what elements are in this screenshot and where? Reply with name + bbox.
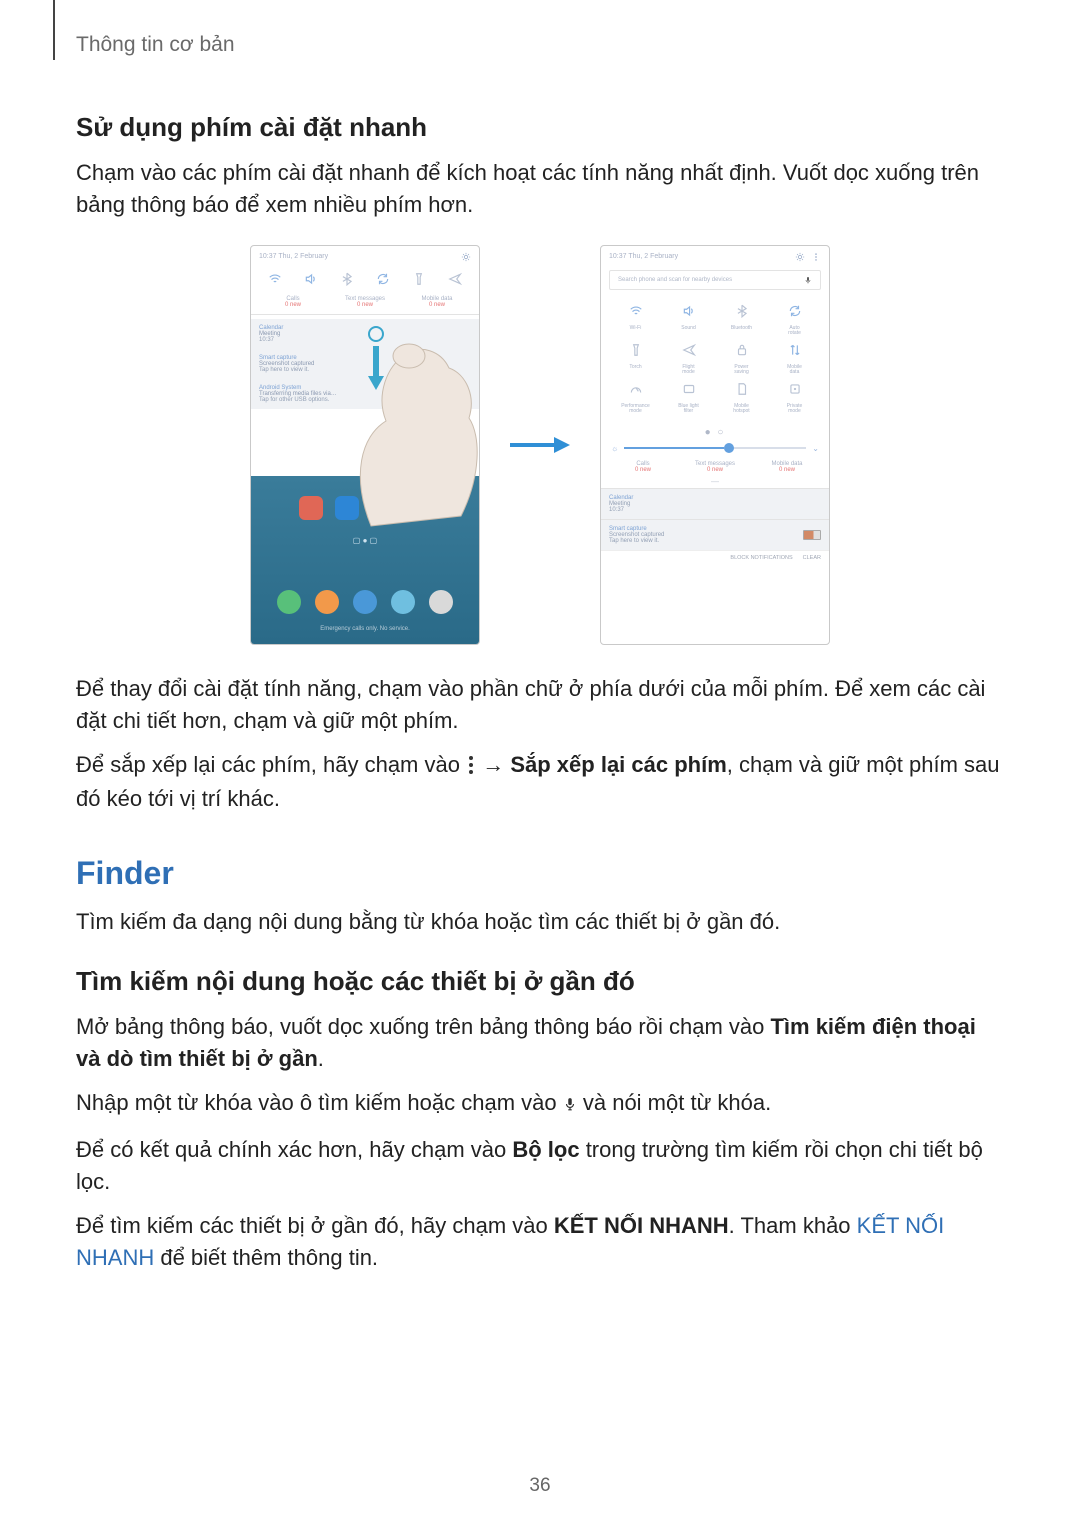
heading-quick-keys: Sử dụng phím cài đặt nhanh	[76, 112, 1004, 143]
torch-icon	[412, 272, 426, 286]
sync-icon	[788, 382, 802, 396]
tray-sub: 0 new	[614, 467, 672, 473]
notif-sub: 10:37	[609, 507, 624, 513]
mic-icon	[804, 275, 812, 285]
torch-icon	[629, 343, 643, 357]
screenshot-thumb	[803, 530, 821, 540]
paragraph: Tìm kiếm đa dạng nội dung bằng từ khóa h…	[76, 906, 1004, 938]
toggle-label: Torch	[613, 365, 659, 371]
more-icon	[466, 752, 476, 784]
toggle-label: Private mode	[772, 404, 818, 415]
toggle-label: Performance mode	[613, 404, 659, 415]
heading-search-nearby: Tìm kiếm nội dung hoặc các thiết bị ở gầ…	[76, 966, 1004, 997]
home-app-icon	[299, 496, 323, 520]
statusbar-bottom: Emergency calls only. No service.	[251, 620, 479, 638]
dock-icon	[429, 590, 453, 614]
toggle-label: Mobile data	[772, 365, 818, 376]
text-run: . Tham khảo	[729, 1213, 857, 1238]
more-icon	[811, 252, 821, 262]
text-run: và nói một từ khóa.	[583, 1090, 771, 1115]
page-icon	[735, 382, 749, 396]
dock-icon	[353, 590, 377, 614]
text-bold: KẾT NỐI NHANH	[554, 1213, 729, 1238]
brightness-slider: ☼ ⌄	[601, 438, 829, 459]
card-icon	[682, 382, 696, 396]
notif-sub: 10:37	[259, 337, 274, 343]
toggle-label: Sound	[666, 326, 712, 332]
chevron-down-icon: ⌄	[812, 444, 819, 453]
text-run: →	[482, 752, 510, 777]
paragraph: Mở bảng thông báo, vuốt dọc xuống trên b…	[76, 1011, 1004, 1075]
toggle-label: Auto rotate	[772, 326, 818, 337]
text-run: Để tìm kiếm các thiết bị ở gần đó, hãy c…	[76, 1213, 554, 1238]
notif-sub: Tap here to view it.	[259, 367, 309, 373]
sound-icon	[304, 272, 318, 286]
bluetooth-icon	[340, 272, 354, 286]
notif-sub: Tap for other USB options.	[259, 397, 329, 403]
tray-sub: 0 new	[412, 302, 462, 308]
lock-icon	[735, 343, 749, 357]
tray-sub: 0 new	[686, 467, 744, 473]
paragraph: Để sắp xếp lại các phím, hãy chạm vào → …	[76, 749, 1004, 816]
brightness-icon: ☼	[611, 444, 618, 453]
paragraph: Chạm vào các phím cài đặt nhanh để kích …	[76, 157, 1004, 221]
paragraph: Để thay đổi cài đặt tính năng, chạm vào …	[76, 673, 1004, 737]
block-notifications-label: BLOCK NOTIFICATIONS	[730, 555, 792, 561]
page-number: 36	[0, 1475, 1080, 1497]
paragraph: Để có kết quả chính xác hơn, hãy chạm và…	[76, 1134, 1004, 1198]
speed-icon	[629, 382, 643, 396]
toggle-label: Wi-Fi	[613, 326, 659, 332]
text-bold: Bộ lọc	[512, 1137, 579, 1162]
toggle-label: Blue light filter	[666, 404, 712, 415]
screenshot-notification-panel: 10:37 Thu, 2 February Calls0 new Text me…	[250, 245, 480, 645]
airplane-icon	[682, 343, 696, 357]
heading-finder: Finder	[76, 855, 1004, 892]
text-run: .	[318, 1046, 324, 1071]
statusbar-text: 10:37 Thu, 2 February	[259, 253, 328, 260]
gear-icon	[461, 252, 471, 262]
wifi-icon	[629, 304, 643, 318]
right-arrow-icon	[508, 435, 572, 455]
page-corner-mark	[53, 0, 55, 60]
text-bold: Sắp xếp lại các phím	[510, 752, 726, 777]
bluetooth-icon	[735, 304, 749, 318]
tray-sub: 0 new	[340, 302, 390, 308]
tray-label: Text messages	[340, 296, 390, 302]
paragraph: Để tìm kiếm các thiết bị ở gần đó, hãy c…	[76, 1210, 1004, 1274]
text-run: Để có kết quả chính xác hơn, hãy chạm và…	[76, 1137, 512, 1162]
text-run: Để sắp xếp lại các phím, hãy chạm vào	[76, 752, 466, 777]
figure-row: 10:37 Thu, 2 February Calls0 new Text me…	[76, 245, 1004, 645]
gear-icon	[795, 252, 805, 262]
search-field: Search phone and scan for nearby devices	[609, 270, 821, 290]
toggle-label: Power saving	[719, 365, 765, 376]
screenshot-quick-settings: 10:37 Thu, 2 February Search phone and s…	[600, 245, 830, 645]
toggle-label: Flight mode	[666, 365, 712, 376]
dock-icon	[277, 590, 301, 614]
sound-icon	[682, 304, 696, 318]
airplane-icon	[448, 272, 462, 286]
rotate-icon	[788, 304, 802, 318]
toggle-label: Bluetooth	[719, 326, 765, 332]
text-run: Nhập một từ khóa vào ô tìm kiếm hoặc chạ…	[76, 1090, 563, 1115]
mic-icon	[563, 1090, 577, 1122]
dock-icon	[391, 590, 415, 614]
breadcrumb: Thông tin cơ bản	[76, 33, 235, 57]
paragraph: Nhập một từ khóa vào ô tìm kiếm hoặc chạ…	[76, 1087, 1004, 1122]
drag-handle: —	[601, 477, 829, 486]
updown-icon	[788, 343, 802, 357]
clear-label: CLEAR	[803, 555, 821, 561]
statusbar-text: 10:37 Thu, 2 February	[609, 253, 678, 260]
notif-sub: Tap here to view it.	[609, 538, 659, 544]
hand-gesture-icon	[331, 326, 480, 546]
toggle-label: Mobile hotspot	[719, 404, 765, 415]
text-run: Mở bảng thông báo, vuốt dọc xuống trên b…	[76, 1014, 770, 1039]
tray-sub: 0 new	[758, 467, 816, 473]
rotate-icon	[376, 272, 390, 286]
page-indicator: ● ○	[601, 427, 829, 438]
text-run: để biết thêm thông tin.	[154, 1245, 378, 1270]
tray-sub: 0 new	[268, 302, 318, 308]
wifi-icon	[268, 272, 282, 286]
dock-icon	[315, 590, 339, 614]
search-placeholder: Search phone and scan for nearby devices	[618, 277, 732, 283]
